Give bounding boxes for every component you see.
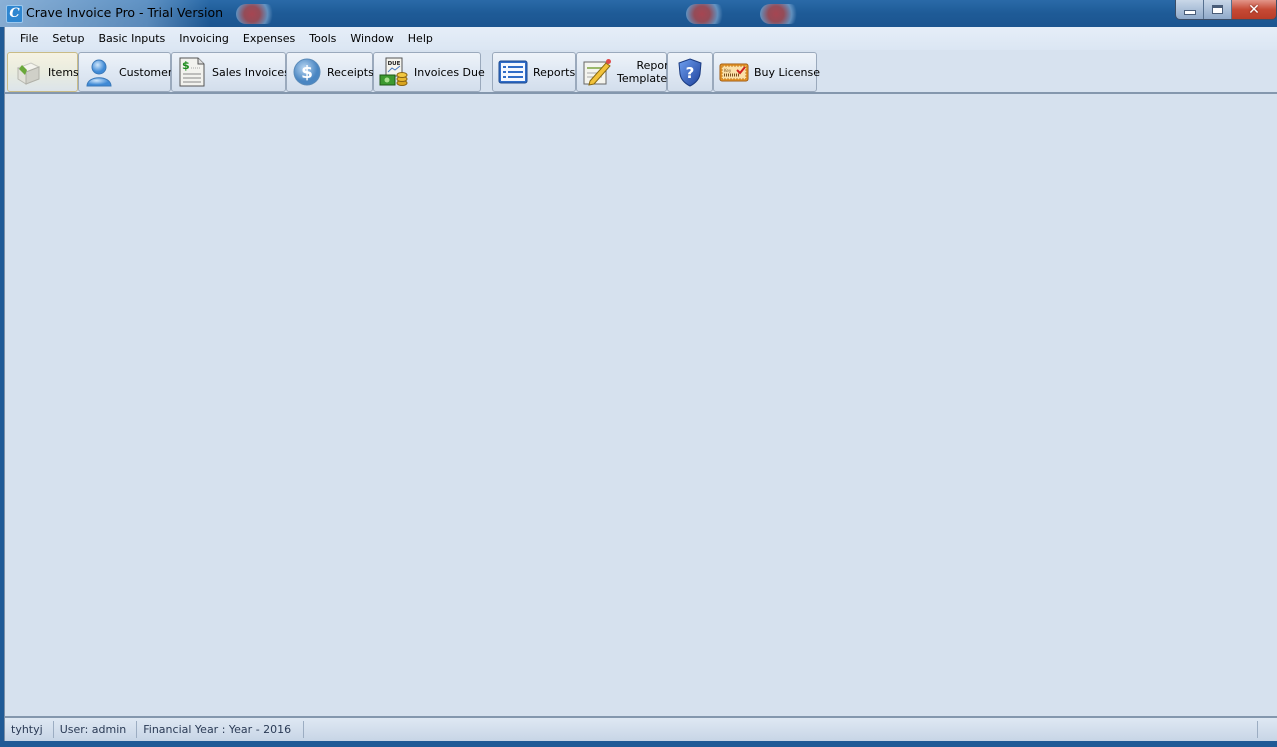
receipts-label: Receipts: [327, 65, 374, 79]
svg-text:DUE: DUE: [388, 61, 401, 67]
main-window: File Setup Basic Inputs Invoicing Expens…: [4, 27, 1277, 741]
status-bar: tyhtyj User: admin Financial Year : Year…: [5, 716, 1277, 741]
maximize-button[interactable]: [1204, 0, 1232, 19]
receipts-button[interactable]: $ Receipts: [286, 52, 374, 92]
svg-text:$: $: [182, 59, 190, 72]
dollar-coin-icon: $: [292, 57, 322, 87]
toolbar: Items Customers $ Sales Invoices $ Recei…: [5, 50, 1277, 94]
status-separator: [1257, 721, 1258, 738]
window-bottom-border: [0, 741, 1277, 747]
due-money-icon: DUE: [379, 57, 409, 87]
restore-icon: [1212, 5, 1223, 14]
svg-text:$: $: [301, 63, 313, 83]
items-button[interactable]: Items: [7, 52, 79, 92]
svg-text:Key: Key: [724, 68, 732, 73]
minimize-icon: [1183, 10, 1196, 15]
close-icon: ✕: [1248, 1, 1260, 18]
help-button[interactable]: ?: [667, 52, 713, 92]
status-company: tyhtyj: [5, 721, 54, 738]
menu-invoicing[interactable]: Invoicing: [172, 27, 236, 50]
menu-window[interactable]: Window: [343, 27, 400, 50]
sales-invoices-label: Sales Invoices: [212, 65, 290, 79]
background-blur: [760, 4, 800, 24]
minimize-button[interactable]: [1176, 0, 1204, 19]
buy-license-label: Buy License: [754, 65, 820, 79]
reports-label: Reports: [533, 65, 576, 79]
invoices-due-button[interactable]: DUE Invoices Due: [373, 52, 485, 92]
mdi-workspace[interactable]: [5, 94, 1277, 716]
template-pencil-icon: [582, 57, 612, 87]
menu-file[interactable]: File: [13, 27, 45, 50]
invoices-due-label: Invoices Due: [414, 65, 485, 79]
background-blur: [686, 4, 726, 24]
menu-tools[interactable]: Tools: [302, 27, 343, 50]
help-shield-icon: ?: [675, 57, 705, 87]
background-blur: [236, 4, 276, 24]
customers-button[interactable]: Customers: [78, 52, 178, 92]
reports-button[interactable]: Reports: [492, 52, 576, 92]
buy-license-button[interactable]: Key Buy License: [713, 52, 820, 92]
report-list-icon: [498, 57, 528, 87]
title-bar[interactable]: C Crave Invoice Pro - Trial Version ✕: [0, 0, 1277, 27]
sales-invoices-button[interactable]: $ Sales Invoices: [171, 52, 290, 92]
menu-expenses[interactable]: Expenses: [236, 27, 302, 50]
status-user: User: admin: [54, 721, 138, 738]
close-button[interactable]: ✕: [1232, 0, 1276, 19]
report-templates-button[interactable]: Report Templates: [576, 52, 673, 92]
license-ticket-icon: Key: [719, 57, 749, 87]
window-controls: ✕: [1175, 0, 1277, 20]
invoice-document-icon: $: [177, 57, 207, 87]
svg-text:?: ?: [686, 64, 695, 82]
menu-help[interactable]: Help: [401, 27, 440, 50]
report-templates-line2: Templates: [617, 72, 673, 85]
status-financial-year: Financial Year : Year - 2016: [137, 721, 305, 738]
user-icon: [84, 57, 114, 87]
window-title: Crave Invoice Pro - Trial Version: [26, 5, 224, 20]
menu-bar: File Setup Basic Inputs Invoicing Expens…: [5, 27, 1277, 50]
menu-basic-inputs[interactable]: Basic Inputs: [91, 27, 172, 50]
menu-setup[interactable]: Setup: [45, 27, 91, 50]
box-icon: [13, 57, 43, 87]
app-icon[interactable]: C: [6, 5, 23, 23]
